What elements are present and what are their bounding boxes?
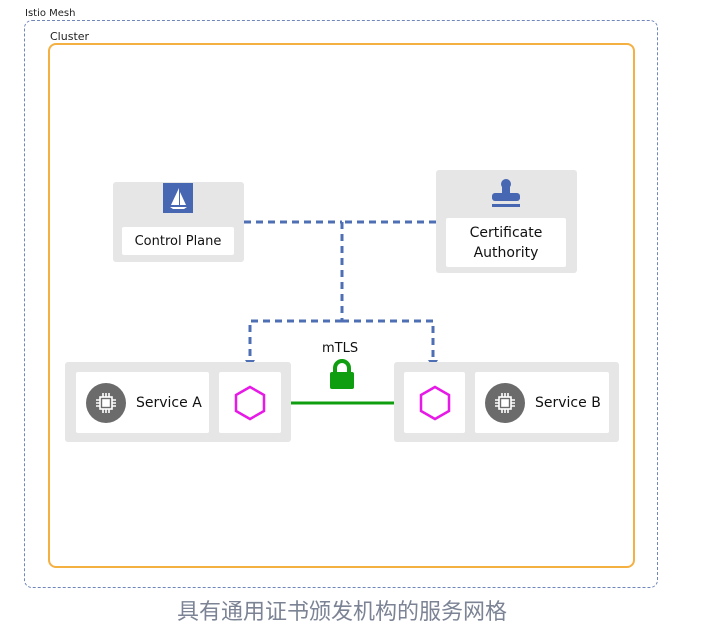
service-b-label: Service B: [535, 394, 601, 411]
mtls-link: [281, 398, 404, 408]
dashed-links: [244, 220, 436, 358]
control-plane-label: Control Plane: [122, 227, 234, 255]
service-a-proxy: [219, 372, 281, 433]
ca-label-line1: Certificate: [469, 224, 543, 241]
chip-icon: [485, 382, 525, 423]
istio-sailboat-icon: [163, 183, 193, 213]
chip-icon: [86, 382, 126, 423]
lock-icon: [330, 359, 354, 389]
service-a: Service A: [76, 372, 209, 433]
stamp-icon: [490, 178, 522, 210]
ca-label-line2: Authority: [473, 244, 539, 261]
service-b-proxy: [404, 372, 465, 433]
mtls-label: mTLS: [322, 341, 359, 356]
service-b: Service B: [475, 372, 609, 433]
certificate-authority-label: Certificate Authority: [446, 218, 566, 267]
service-a-label: Service A: [136, 394, 202, 411]
hexagon-icon: [419, 385, 450, 420]
hexagon-icon: [234, 385, 266, 420]
figure-caption: 具有通用证书颁发机构的服务网格: [176, 600, 507, 625]
connection-lines: [244, 220, 438, 408]
